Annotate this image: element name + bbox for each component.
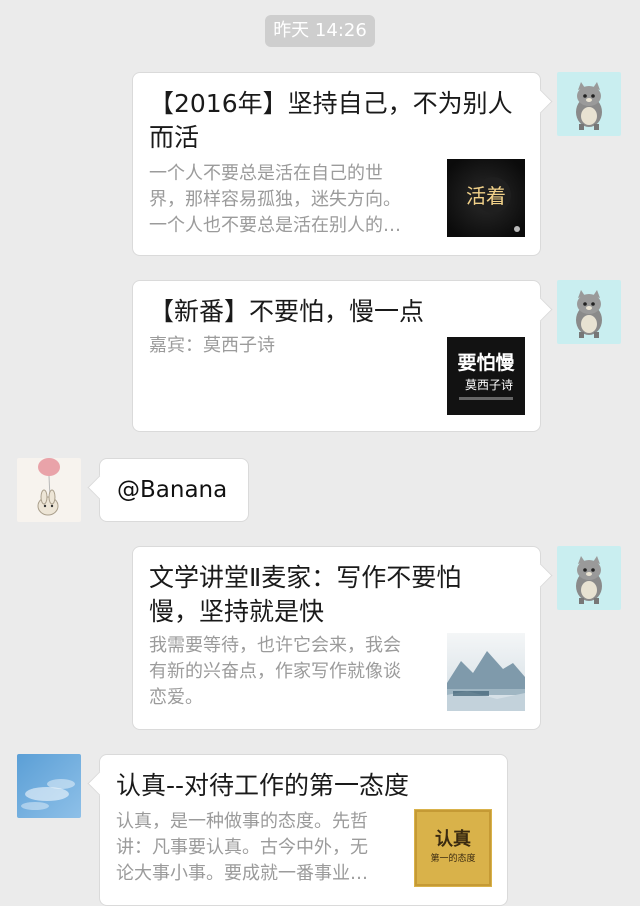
card-title-line: 文学讲堂Ⅱ麦家：写作不要怕 bbox=[149, 563, 462, 592]
card-description: 嘉宾：莫西子诗 bbox=[149, 333, 275, 359]
card-desc-line: 恋爱。 bbox=[149, 687, 203, 708]
link-card-message[interactable]: 文学讲堂Ⅱ麦家：写作不要怕 慢，坚持就是快 我需要等待，也许它会来，我会 有新的… bbox=[132, 546, 553, 730]
link-card-message[interactable]: 认真--对待工作的第一态度 认真，是一种做事的态度。先哲 讲：凡事要认真。古今中… bbox=[87, 754, 508, 906]
bubble-tail bbox=[87, 475, 112, 500]
card-title: 【新番】不要怕，慢一点 bbox=[149, 295, 424, 329]
link-card-message[interactable]: 【新番】不要怕，慢一点 嘉宾：莫西子诗 要怕慢 莫西子诗 bbox=[132, 280, 553, 432]
card-thumbnail: 要怕慢 莫西子诗 bbox=[447, 337, 525, 415]
card-desc-line: 我需要等待，也许它会来，我会 bbox=[149, 635, 401, 656]
link-card-message[interactable]: 【2016年】坚持自己，不为别人 而活 一个人不要总是活在自己的世 界，那样容易… bbox=[132, 72, 553, 256]
card-thumbnail bbox=[447, 633, 525, 711]
card-title: 【2016年】坚持自己，不为别人 而活 bbox=[149, 87, 513, 155]
card-title-line: 而活 bbox=[149, 123, 200, 152]
card-title: 认真--对待工作的第一态度 bbox=[116, 769, 409, 803]
card-title-line: 【新番】不要怕，慢一点 bbox=[149, 297, 425, 326]
card-desc-line: 一个人也不要总是活在别人的… bbox=[149, 215, 401, 236]
timestamp: 昨天 14:26 bbox=[265, 15, 375, 47]
card-title-line: 慢，坚持就是快 bbox=[149, 597, 325, 626]
thumb-caption: 要怕慢 bbox=[457, 351, 515, 374]
text-message[interactable]: @Banana bbox=[87, 458, 249, 522]
card-desc-line: 嘉宾：莫西子诗 bbox=[149, 335, 275, 356]
balloon-bunny-avatar[interactable] bbox=[17, 458, 81, 522]
card-description: 认真，是一种做事的态度。先哲 讲：凡事要认真。古今中外，无 论大事小事。要成就一… bbox=[116, 809, 368, 887]
bubble-tail bbox=[87, 771, 112, 796]
card-thumbnail: 认真 第一的态度 bbox=[414, 809, 492, 887]
card-title: 文学讲堂Ⅱ麦家：写作不要怕 慢，坚持就是快 bbox=[149, 561, 461, 629]
card-desc-line: 认真，是一种做事的态度。先哲 bbox=[116, 811, 368, 832]
thumb-caption: 活着 bbox=[466, 184, 506, 208]
card-thumbnail: 活着 bbox=[447, 159, 525, 237]
card-title-line: 认真--对待工作的第一态度 bbox=[116, 771, 410, 800]
card-description: 我需要等待，也许它会来，我会 有新的兴奋点，作家写作就像谈 恋爱。 bbox=[149, 633, 401, 711]
thumb-caption: 认真 bbox=[435, 828, 471, 850]
card-desc-line: 论大事小事。要成就一番事业… bbox=[116, 863, 368, 884]
bubble-tail bbox=[528, 89, 553, 114]
message-text: @Banana bbox=[117, 477, 228, 503]
cat-avatar[interactable] bbox=[557, 546, 621, 610]
cat-avatar[interactable] bbox=[557, 280, 621, 344]
bubble-tail bbox=[528, 563, 553, 588]
card-title-line: 【2016年】坚持自己，不为别人 bbox=[149, 89, 513, 118]
card-desc-line: 一个人不要总是活在自己的世 bbox=[149, 163, 383, 184]
cat-avatar[interactable] bbox=[557, 72, 621, 136]
card-description: 一个人不要总是活在自己的世 界，那样容易孤独，迷失方向。 一个人也不要总是活在别… bbox=[149, 161, 401, 239]
card-desc-line: 有新的兴奋点，作家写作就像谈 bbox=[149, 661, 401, 682]
sky-avatar[interactable] bbox=[17, 754, 81, 818]
card-desc-line: 讲：凡事要认真。古今中外，无 bbox=[116, 837, 368, 858]
thumb-caption: 莫西子诗 bbox=[465, 378, 513, 392]
card-desc-line: 界，那样容易孤独，迷失方向。 bbox=[149, 189, 401, 210]
bubble-tail bbox=[528, 297, 553, 322]
thumb-caption: 第一的态度 bbox=[430, 852, 475, 864]
